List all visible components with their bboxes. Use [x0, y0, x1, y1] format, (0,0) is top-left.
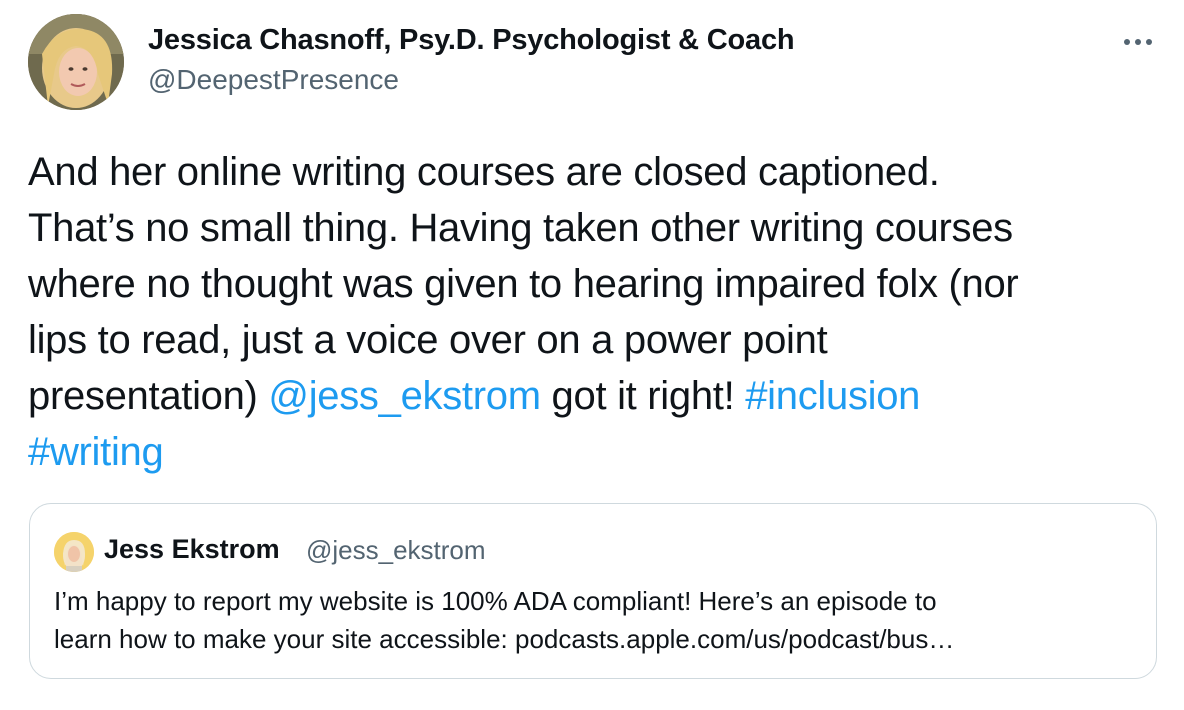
author-name[interactable]: Jessica Chasnoff, Psy.D. Psychologist & …	[148, 24, 795, 57]
tweet-text-line: lips to read, just a voice over on a pow…	[28, 318, 828, 362]
more-horizontal-icon	[1124, 39, 1152, 45]
hashtag-inclusion-link[interactable]: #inclusion	[745, 374, 920, 418]
more-options-button[interactable]	[1118, 22, 1158, 62]
tweet-text-line: where no thought was given to hearing im…	[28, 262, 1019, 306]
tweet-body: And her online writing courses are close…	[28, 144, 1158, 480]
quoted-author-avatar[interactable]	[54, 532, 94, 572]
hashtag-writing-link[interactable]: #writing	[28, 430, 164, 474]
tweet-text-line: #writing	[28, 424, 1158, 480]
quoted-author-name[interactable]: Jess Ekstrom	[104, 534, 280, 565]
avatar-photo-icon	[28, 14, 124, 110]
tweet-card: Jessica Chasnoff, Psy.D. Psychologist & …	[0, 0, 1184, 710]
avatar-photo-icon	[54, 532, 94, 572]
quoted-text-line: learn how to make your site accessible: …	[54, 624, 955, 654]
author-avatar[interactable]	[28, 14, 124, 110]
tweet-text-line: And her online writing courses are close…	[28, 150, 940, 194]
tweet-text-line: presentation) @jess_ekstrom got it right…	[28, 368, 1158, 424]
quoted-tweet-card[interactable]: Jess Ekstrom @jess_ekstrom I’m happy to …	[29, 503, 1157, 679]
quoted-author-handle[interactable]: @jess_ekstrom	[306, 535, 486, 566]
tweet-text-line: That’s no small thing. Having taken othe…	[28, 206, 1013, 250]
author-handle[interactable]: @DeepestPresence	[148, 64, 399, 96]
mention-link[interactable]: @jess_ekstrom	[268, 374, 541, 418]
tweet-text-segment: got it right!	[540, 374, 746, 418]
tweet-text-segment: presentation)	[28, 374, 269, 418]
quoted-text-line: I’m happy to report my website is 100% A…	[54, 586, 937, 616]
quoted-tweet-text: I’m happy to report my website is 100% A…	[54, 582, 1134, 658]
